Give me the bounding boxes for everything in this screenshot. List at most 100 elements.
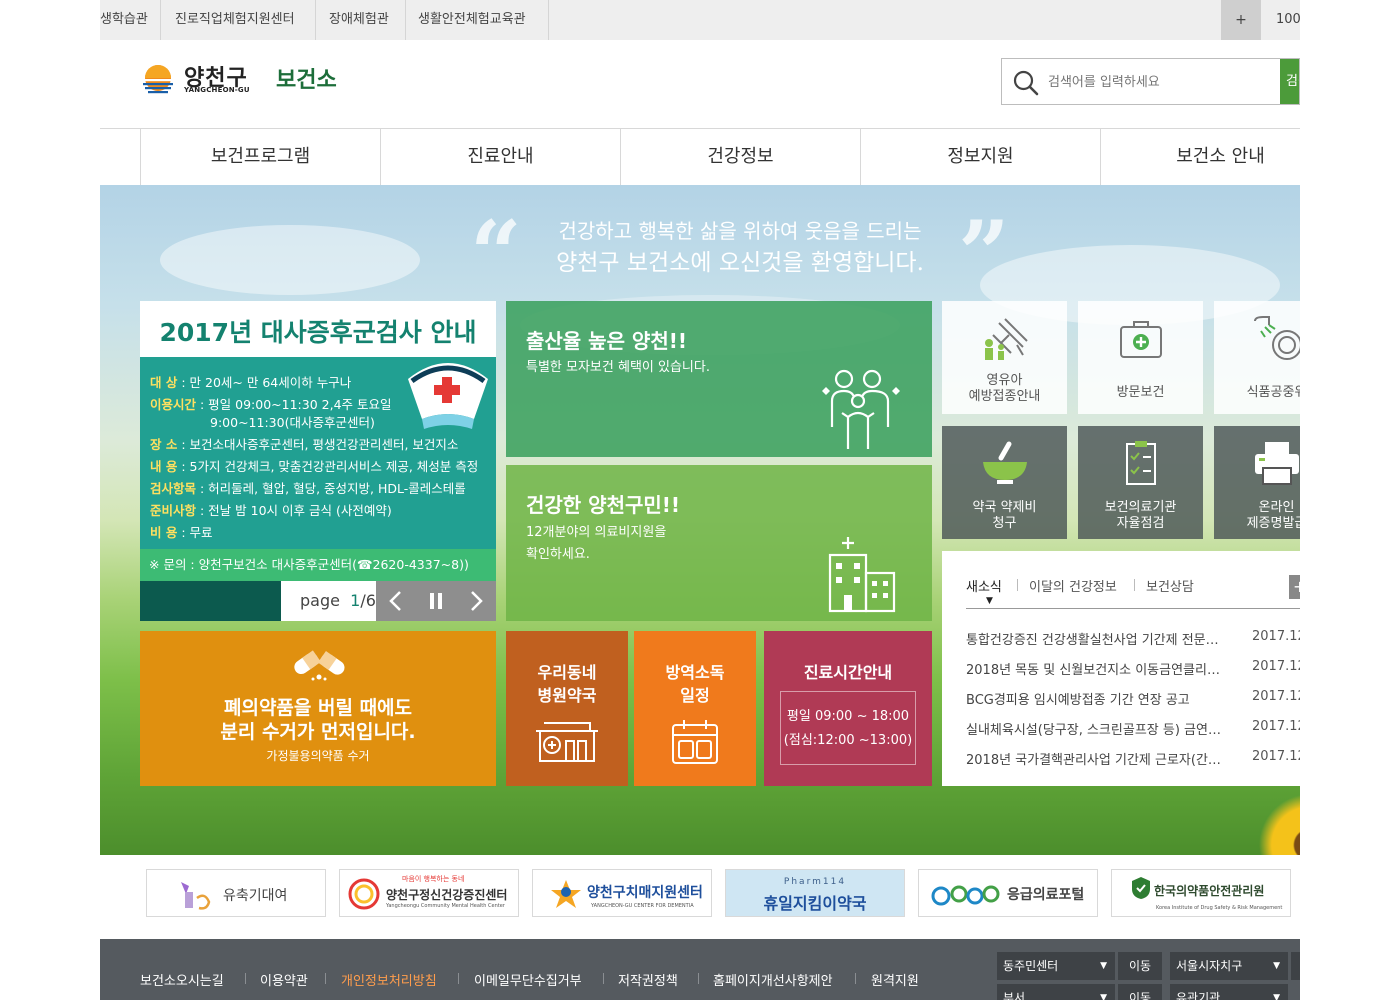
department-select[interactable]: 부서 ▼	[997, 984, 1115, 1000]
notice-banner[interactable]: 2017년 대사증후군검사 안내 대 상 : 만 20세~ 만 64세이하 누구…	[140, 301, 496, 621]
news-item[interactable]: 실내체육시설(당구장, 스크린골프장 등) 금연구역 지정2017.12.	[966, 719, 1300, 739]
tab-monthly-health-info[interactable]: 이달의 건강정보	[1029, 576, 1117, 595]
disinfection-schedule-tile[interactable]: 방역소독 일정	[634, 631, 756, 786]
tab-health-consult[interactable]: 보건상담	[1146, 576, 1194, 595]
disinfection-title-2: 일정	[680, 686, 710, 705]
footer-link-copyright[interactable]: 저작권정책	[618, 970, 678, 989]
seoul-district-go-button[interactable]	[1291, 952, 1300, 980]
local-pharmacy-tile[interactable]: 우리동네 병원약국	[506, 631, 628, 786]
partner-drug-safety-institute[interactable]: 한국의약품안전관리원 Korea Institute of Drug Safet…	[1111, 869, 1291, 917]
notice-contact: ※ 문의 : 양천구보건소 대사증후군센터(☎2620-4337~8))	[140, 549, 496, 581]
partner-mental-health-center[interactable]: 마음이 행복하는 동네 양천구정신건강증진센터 Yangcheongu Comm…	[339, 869, 519, 917]
dropdown-arrow-icon: ▼	[1273, 961, 1280, 971]
footer-link-privacy-policy[interactable]: 개인정보처리방침	[341, 970, 437, 989]
utility-bar: 생학습관 진로직업체험지원센터 장애체험관 생활안전체험교육관 + 100%	[100, 0, 1300, 40]
footer-divider	[698, 973, 699, 984]
related-agency-select[interactable]: 유관기관 ▼	[1170, 984, 1288, 1000]
nav-info-support[interactable]: 정보지원	[860, 129, 1100, 185]
birth-rate-desc: 특별한 모자보건 혜택이 있습니다.	[526, 360, 710, 375]
partner-english-name: Yangcheongu Community Mental Health Cent…	[386, 903, 505, 909]
community-center-select[interactable]: 동주민센터 ▼	[997, 952, 1115, 980]
notice-line-hours: 이용시간 : 평일 09:00~11:30 2,4주 토요일	[150, 397, 392, 412]
sunflower-decoration	[1250, 785, 1300, 855]
dropdown-arrow-icon: ▼	[1100, 993, 1107, 1000]
util-link-career-center[interactable]: 진로직업체험지원센터	[175, 0, 295, 40]
partner-english-name: YANGCHEON-GU CENTER FOR DEMENTIA	[591, 903, 694, 909]
zoom-in-button[interactable]: +	[1221, 0, 1261, 40]
search-button[interactable]: 검색	[1280, 59, 1299, 104]
util-link-disability-experience[interactable]: 장애체험관	[329, 0, 389, 40]
nav-health-programs[interactable]: 보건프로그램	[140, 129, 380, 185]
util-link-safety-center[interactable]: 생활안전체험교육관	[418, 0, 526, 40]
drug-disposal-desc: 가정불용의약품 수거	[266, 749, 370, 763]
quick-self-inspection[interactable]: 보건의료기관 자율점검	[1078, 426, 1203, 539]
nurse-cap-icon	[408, 363, 488, 429]
family-icon	[822, 369, 900, 449]
office-hours-box: 평일 09:00 ~ 18:00 (점심:12:00 ~13:00)	[780, 691, 916, 765]
medical-support-tile[interactable]: 건강한 양천구민!! 12개분야의 의료비지원을 확인하세요.	[506, 465, 932, 621]
nav-center-guide[interactable]: 보건소 안내	[1100, 129, 1300, 185]
seoul-district-select[interactable]: 서울시자치구 ▼	[1170, 952, 1288, 980]
local-pharmacy-title-1: 우리동네	[537, 663, 597, 682]
news-item[interactable]: BCG경피용 임시예방접종 기간 연장 공고2017.12.	[966, 689, 1300, 709]
community-center-go-button[interactable]: 이동	[1118, 952, 1162, 980]
notice-line-items: 검사항목 : 허리둘레, 혈압, 혈당, 중성지방, HDL-콜레스테롤	[150, 481, 466, 496]
partner-tagline: Pharm114	[783, 877, 847, 887]
shower-icon	[1254, 316, 1300, 360]
drug-disposal-tile[interactable]: 폐의약품을 버릴 때에도 분리 수거가 먼저입니다. 가정불용의약품 수거	[140, 631, 496, 786]
pause-slide-button[interactable]	[416, 581, 456, 621]
prev-slide-button[interactable]	[376, 581, 416, 621]
quick-self-inspection-label-1: 보건의료기관	[1104, 500, 1177, 515]
quick-self-inspection-label-2: 자율점검	[1116, 516, 1165, 531]
quick-pharmacy-claim-label-1: 약국 약제비	[972, 500, 1037, 515]
quick-home-visit[interactable]: 방문보건	[1078, 301, 1203, 414]
breast-pump-icon	[181, 882, 211, 910]
partner-breast-pump-rental[interactable]: 유축기대여	[146, 869, 326, 917]
notice-line-target: 대 상 : 만 20세~ 만 64세이하 누구나	[150, 375, 352, 390]
search-icon	[1013, 70, 1039, 96]
quick-pharmacy-claim[interactable]: 약국 약제비 청구	[942, 426, 1067, 539]
notice-body: 대 상 : 만 20세~ 만 64세이하 누구나 이용시간 : 평일 09:00…	[140, 357, 496, 549]
tab-news[interactable]: 새소식	[966, 576, 1002, 595]
partner-emergency-portal[interactable]: 응급의료포털	[918, 869, 1098, 917]
footer-divider	[855, 973, 856, 984]
footer-link-terms[interactable]: 이용약관	[260, 970, 308, 989]
nav-health-info[interactable]: 건강정보	[620, 129, 860, 185]
department-go-button[interactable]: 이동	[1118, 984, 1162, 1000]
office-hours-tile[interactable]: 진료시간안내 평일 09:00 ~ 18:00 (점심:12:00 ~13:00…	[764, 631, 932, 786]
site-logo[interactable]: 양천구 YANGCHEON-GU 보건소	[140, 60, 370, 100]
quick-pharmacy-claim-label-2: 청구	[992, 516, 1017, 531]
quick-vaccination-label-1: 영유아	[986, 373, 1023, 388]
news-board: 새소식 ▼ 이달의 건강정보 보건상담 + 통합건강증진 건강생활실천사업 기간…	[942, 551, 1300, 786]
partner-holiday-pharmacy[interactable]: Pharm114 휴일지킴이약국	[725, 869, 905, 917]
news-item[interactable]: 2018년 국가결핵관리사업 기간제 근로자(간호사) 채용2017.12.	[966, 749, 1300, 769]
next-slide-button[interactable]	[456, 581, 496, 621]
quick-vaccination[interactable]: 영유아 예방접종안내	[942, 301, 1067, 414]
footer-link-directions[interactable]: 보건소오시는길	[140, 970, 224, 989]
logo-health-center: 보건소	[276, 68, 337, 93]
egen-logo-icon	[931, 885, 1000, 906]
mental-health-logo-icon	[348, 878, 380, 910]
news-item[interactable]: 2018년 목동 및 신월보건지소 이동금연클리닉 운영2017.12.	[966, 659, 1300, 679]
partner-dementia-center[interactable]: 양천구치매지원센터 YANGCHEON-GU CENTER FOR DEMENT…	[532, 869, 712, 917]
quick-food-hygiene[interactable]: 식품공중위	[1214, 301, 1300, 414]
logo-text-english: YANGCHEON-GU	[184, 86, 250, 94]
birth-rate-title: 출산율 높은 양천!!	[526, 329, 687, 353]
footer-link-email-refusal[interactable]: 이메일무단수집거부	[474, 970, 582, 989]
quick-online-certificate[interactable]: 온라인 제증명발급	[1214, 426, 1300, 539]
notice-title: 2017년 대사증후군검사 안내	[159, 318, 477, 347]
footer-link-remote-support[interactable]: 원격지원	[871, 970, 919, 989]
nav-treatment-info[interactable]: 진료안내	[380, 129, 620, 185]
partner-label: 한국의약품안전관리원	[1154, 884, 1265, 898]
partner-label: 양천구치매지원센터	[587, 885, 703, 901]
news-item[interactable]: 통합건강증진 건강생활실천사업 기간제 전문인력 채용2017.12.	[966, 629, 1300, 649]
util-link-lifelong-learning[interactable]: 생학습관	[100, 0, 148, 40]
partner-tagline: 마음이 행복하는 동네	[402, 875, 465, 883]
footer-link-suggestions[interactable]: 홈페이지개선사항제안	[713, 970, 833, 989]
birth-rate-tile[interactable]: 출산율 높은 양천!! 특별한 모자보건 혜택이 있습니다.	[506, 301, 932, 457]
medical-support-desc-2: 확인하세요.	[526, 547, 590, 562]
clinic-building-icon	[536, 722, 598, 762]
notice-line-hours-cont: 9:00~11:30(대사증후군센터)	[210, 415, 375, 430]
news-more-button[interactable]: +	[1289, 575, 1300, 599]
search-input[interactable]	[1048, 67, 1268, 97]
